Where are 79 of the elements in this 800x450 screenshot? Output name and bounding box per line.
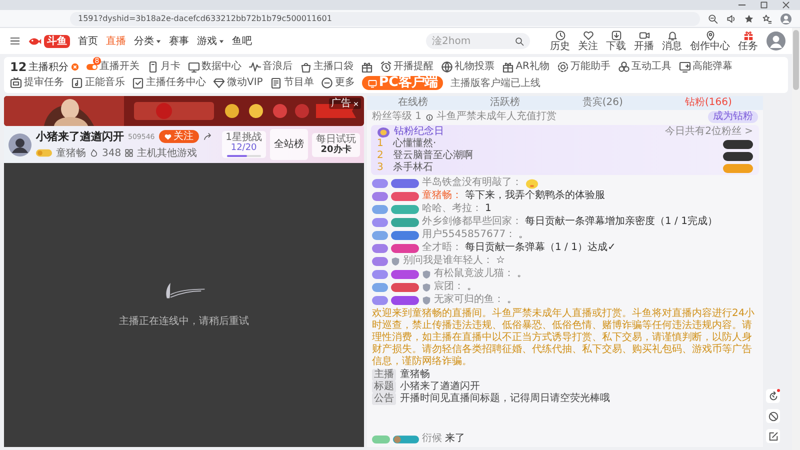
- toolbar-tool[interactable]: 主播任务中心: [132, 76, 206, 90]
- challenge-label: 1星挑战: [226, 132, 262, 143]
- host-name[interactable]: 童猪畅: [56, 146, 86, 160]
- message-text: 。: [517, 268, 527, 280]
- rank-name[interactable]: 杀手林石: [393, 162, 715, 174]
- info-text: 童猪畅: [400, 369, 430, 380]
- tab[interactable]: 在线榜: [398, 96, 428, 110]
- toolbar-tool[interactable]: 月卡: [146, 60, 181, 74]
- message-text: 1: [485, 203, 492, 215]
- address-bar[interactable]: 1591?dyshid=3b18a2e-dacefcd633212bb72b1b79c500011601: [70, 12, 700, 26]
- nav-link[interactable]: 鱼吧: [232, 34, 252, 48]
- toolbar-tool[interactable]: 节目单: [270, 76, 314, 90]
- toolbar-tool[interactable]: 微动VIP: [213, 76, 263, 90]
- daily-reward: 20办卡: [320, 144, 352, 156]
- info-tag: 主播: [372, 369, 396, 381]
- toolbar-tool[interactable]: 礼物投票: [440, 60, 495, 74]
- info-text: 开播时间见直播间标题，记得周日请空荧光棒哦: [400, 393, 610, 405]
- join-button[interactable]: 成为钻粉: [708, 111, 758, 123]
- toolbar-tool[interactable]: 互动工具: [618, 60, 672, 74]
- nav-action[interactable]: 创作中心: [690, 30, 730, 52]
- toolbar-tool[interactable]: 音浪后: [248, 60, 293, 74]
- toolbar-tool[interactable]: AR礼物: [502, 60, 550, 74]
- toolbar-tool[interactable]: 更多: [320, 76, 355, 90]
- rank-number: 1: [377, 138, 384, 150]
- logo-text[interactable]: 斗鱼: [44, 34, 70, 48]
- tab[interactable]: 活跃榜: [490, 96, 520, 110]
- message-text: 。: [507, 294, 517, 306]
- fan-level: 粉丝等级 1: [372, 111, 422, 123]
- player-message: 主播正在连线中，请稍后重试: [119, 314, 249, 328]
- ad-label[interactable]: 广告: [329, 98, 361, 109]
- score-label: 主播积分: [28, 60, 69, 74]
- nav-link[interactable]: 首页: [78, 34, 98, 48]
- nav-link[interactable]: 分类: [134, 34, 161, 48]
- tab[interactable]: 贵宾(26): [582, 96, 623, 110]
- anniversary-title: 钻粉纪念日: [394, 126, 444, 138]
- message-text: 。: [518, 229, 529, 241]
- nav-action[interactable]: 下载: [606, 30, 626, 52]
- client-note: 主播版客户端已上线: [450, 76, 540, 90]
- nav-action[interactable]: 消息: [662, 30, 682, 52]
- rank-number: 3: [377, 162, 384, 174]
- nav-link[interactable]: 游戏: [197, 34, 224, 48]
- system-notice: 欢迎来到童猪畅的直播间。斗鱼严禁未成年人直播或打赏。斗鱼将对直播内容进行24小时巡查，禁止传播违法违规、低俗暴恐、低俗色情、赌博诈骗等任何违法违规内容。请理性消费，如主播在直播中以不正当方式诱导打赏、私下交易，请谨慎判断，以防人身财产损失。请勿轻信各类招聘征婚、代练代抽、私下交易、购买礼包码、游戏币等广告信息，谨防网络诈骗。: [371, 307, 756, 368]
- challenge-card[interactable]: 1星挑战 12/20: [222, 131, 266, 158]
- search-field[interactable]: 淦2hom: [426, 33, 530, 49]
- nav-action[interactable]: 开播: [634, 30, 654, 52]
- nav-action[interactable]: 任务: [738, 30, 758, 52]
- stream-title: 小猪来了遒遒闪开: [36, 129, 124, 144]
- nav-link[interactable]: 赛事: [169, 34, 189, 48]
- video-player[interactable]: 主播正在连线中，请稍后重试: [4, 163, 364, 447]
- message-text: 每日贡献一条弹幕（1 / 1）达成✓: [465, 242, 616, 254]
- message-text: 等下来，我弄个鹅鸭杀的体验服: [465, 190, 605, 202]
- info-tag: 公告: [372, 393, 396, 405]
- message-text: ☆: [496, 255, 505, 267]
- toolbar-tool[interactable]: 数据中心: [188, 60, 242, 74]
- ad-text: 广告: [331, 98, 351, 109]
- category-link[interactable]: 主机其他游戏: [137, 146, 198, 160]
- challenge-count: 12/20: [230, 143, 257, 154]
- nav-action[interactable]: 关注: [578, 30, 598, 52]
- rank-name[interactable]: 登云脑普至心潮啊: [393, 150, 715, 162]
- score-value: 12: [10, 60, 27, 74]
- daily-card[interactable]: 每日试玩 20办卡: [312, 132, 360, 156]
- rank-name[interactable]: 心懂懂然·: [393, 138, 715, 150]
- message-text: 。: [467, 281, 477, 293]
- message-text: 来了: [445, 433, 465, 445]
- toolbar-tool[interactable]: 提审任务: [10, 76, 64, 90]
- hot-count: 348: [102, 148, 122, 158]
- daily-label: 每日试玩: [316, 134, 356, 144]
- rank-button[interactable]: 全站榜: [270, 129, 308, 160]
- toolbar-tool[interactable]: 开播提醒: [380, 60, 434, 74]
- rank-number: 2: [377, 150, 384, 162]
- toolbar-tool[interactable]: 主播口袋: [300, 60, 354, 74]
- message-text: 每日贡献一条弹幕增加亲密度（1 / 1完成）: [525, 216, 718, 228]
- toolbar-tool[interactable]: 高能弹幕: [678, 60, 732, 74]
- info-text: 小猪来了遒遒闪开: [400, 381, 480, 392]
- toolbar-tool[interactable]: 万能助手: [556, 60, 610, 74]
- nav-action[interactable]: 历史: [550, 30, 570, 52]
- info-tag: 标题: [372, 381, 396, 393]
- notice-text: 斗鱼严禁未成年人充值打赏: [436, 111, 558, 123]
- toolbar-tool[interactable]: 正能音乐: [71, 76, 125, 90]
